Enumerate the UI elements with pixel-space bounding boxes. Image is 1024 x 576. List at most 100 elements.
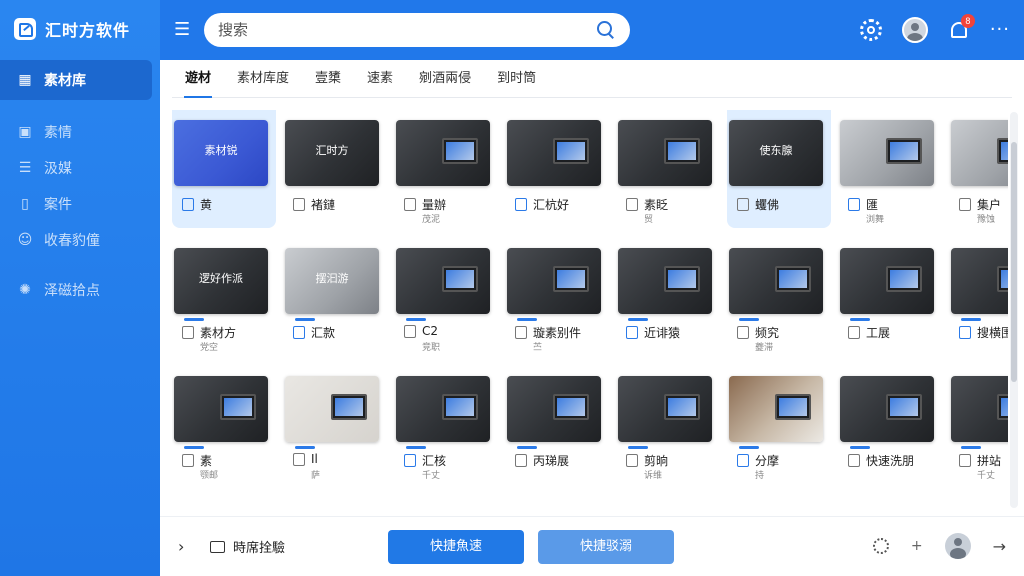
search-icon[interactable] xyxy=(596,20,616,40)
progress-bar xyxy=(628,446,648,449)
asset-thumbnail[interactable] xyxy=(951,376,1008,442)
asset-card[interactable]: 搜横围 xyxy=(949,226,1008,356)
scrollbar[interactable] xyxy=(1010,112,1018,508)
asset-thumbnail[interactable] xyxy=(507,120,601,186)
asset-thumbnail[interactable] xyxy=(507,376,601,442)
scrollbar-thumb[interactable] xyxy=(1011,142,1017,382)
sidebar-item-users[interactable]: ☺ 收春豹僮 xyxy=(0,222,160,258)
asset-thumbnail[interactable] xyxy=(396,120,490,186)
asset-card[interactable]: 汇核 千丈 xyxy=(394,354,498,484)
asset-thumbnail[interactable] xyxy=(285,376,379,442)
asset-card[interactable]: 丙珶展 xyxy=(505,354,609,484)
tab-2[interactable]: 壹橥 xyxy=(302,60,354,98)
asset-card[interactable]: 汇时方褚鏈 xyxy=(283,110,387,228)
asset-thumbnail[interactable]: 摆汩游 xyxy=(285,248,379,314)
asset-thumbnail[interactable] xyxy=(840,248,934,314)
asset-card[interactable]: C2 竞职 xyxy=(394,226,498,356)
asset-card[interactable]: 汇杭好 xyxy=(505,110,609,228)
brand-name: 汇时方软件 xyxy=(45,21,131,40)
device-image xyxy=(886,266,922,292)
asset-thumbnail[interactable] xyxy=(396,248,490,314)
asset-card[interactable]: 素材锐黄 xyxy=(172,110,276,228)
asset-card[interactable]: 近诽猿 xyxy=(616,226,720,356)
asset-label-row: 汇款 xyxy=(293,324,335,341)
asset-thumbnail[interactable] xyxy=(618,248,712,314)
asset-thumbnail[interactable]: 使东腺 xyxy=(729,120,823,186)
asset-card[interactable]: 素眨贸 xyxy=(616,110,720,228)
asset-thumbnail[interactable] xyxy=(618,120,712,186)
tab-5[interactable]: 到时筒 xyxy=(484,60,549,98)
asset-card[interactable]: 素颚邮 xyxy=(172,354,276,484)
asset-thumbnail[interactable] xyxy=(840,376,934,442)
asset-name: C2 xyxy=(422,324,439,338)
sidebar-item-cases[interactable]: ▯ 案件 xyxy=(0,186,160,222)
asset-card[interactable]: 摆汩游汇款 xyxy=(283,226,387,356)
secondary-button[interactable]: 快捷驳溺 xyxy=(538,530,674,564)
asset-subtitle: 持 xyxy=(755,471,765,481)
brand[interactable]: 汇时方软件 xyxy=(14,16,130,42)
tab-4[interactable]: 剜酒兩侵 xyxy=(406,60,484,98)
asset-card[interactable]: 逻好作派 素材方 党空 xyxy=(172,226,276,356)
asset-card[interactable]: 剪晌 诉维 xyxy=(616,354,720,484)
asset-thumbnail[interactable]: 汇时方 xyxy=(285,120,379,186)
asset-subtitle: 豫蚀 xyxy=(977,215,996,225)
asset-thumbnail[interactable]: 逻好作派 xyxy=(174,248,268,314)
sidebar-item-info[interactable]: ▣ 素情 xyxy=(0,114,160,150)
device-image xyxy=(553,266,589,292)
footer-avatar[interactable] xyxy=(944,533,971,559)
asset-card[interactable]: 快速洗朋 xyxy=(838,354,942,484)
device-image xyxy=(664,394,700,420)
asset-card[interactable]: 频究 夔滞 xyxy=(727,226,831,356)
sidebar-item-library[interactable]: ▦ 素材库 xyxy=(0,60,152,100)
asset-card[interactable]: 工展 xyxy=(838,226,942,356)
asset-thumbnail[interactable] xyxy=(618,376,712,442)
search-box[interactable] xyxy=(204,13,630,47)
asset-thumbnail[interactable] xyxy=(951,120,1008,186)
device-image xyxy=(664,138,700,164)
asset-thumbnail[interactable] xyxy=(951,248,1008,314)
arrow-right-icon[interactable]: → xyxy=(993,537,1006,556)
menu-icon[interactable]: ☰ xyxy=(174,19,192,41)
expand-chevron-icon[interactable]: › xyxy=(178,537,184,556)
footer-folder[interactable]: 時席拴驗 xyxy=(210,537,285,556)
asset-thumbnail[interactable] xyxy=(729,376,823,442)
add-icon[interactable]: + xyxy=(911,538,923,554)
asset-label-row: 频究 xyxy=(737,324,779,341)
asset-card[interactable]: 璇素别件苎 xyxy=(505,226,609,356)
file-icon xyxy=(404,324,416,338)
asset-card[interactable]: 使东腺 蠼佛 xyxy=(727,110,831,228)
asset-thumbnail[interactable] xyxy=(507,248,601,314)
asset-subtitle: 千丈 xyxy=(977,471,996,481)
asset-card[interactable]: 拼站 千丈 xyxy=(949,354,1008,484)
thumbnail-caption: 摆汩游 xyxy=(315,272,349,285)
asset-thumbnail[interactable]: 素材锐 xyxy=(174,120,268,186)
asset-thumbnail[interactable] xyxy=(396,376,490,442)
asset-name: 近诽猿 xyxy=(644,326,681,340)
asset-card[interactable]: 匯浏舞 xyxy=(838,110,942,228)
tab-3[interactable]: 速素 xyxy=(354,60,406,98)
progress-bar xyxy=(850,446,870,449)
asset-thumbnail[interactable] xyxy=(840,120,934,186)
asset-card[interactable]: 分摩持 xyxy=(727,354,831,484)
sidebar-item-media[interactable]: ☰ 汲媒 xyxy=(0,150,160,186)
primary-button[interactable]: 快捷魚速 xyxy=(388,530,524,564)
user-icon: ☺ xyxy=(17,232,33,248)
asset-thumbnail[interactable] xyxy=(174,376,268,442)
more-icon[interactable]: ··· xyxy=(990,19,1010,41)
tab-0[interactable]: 遊材 xyxy=(172,60,224,98)
user-avatar[interactable] xyxy=(901,17,928,43)
loader-icon[interactable] xyxy=(872,538,889,554)
asset-card[interactable]: 量辦 茂泥 xyxy=(394,110,498,228)
search-input[interactable] xyxy=(218,21,596,39)
sidebar-item-settings[interactable]: ✺ 泽磁拾点 xyxy=(0,272,160,308)
asset-label-row: 褚鏈 xyxy=(293,196,335,213)
device-image xyxy=(331,394,367,420)
notifications[interactable]: 8 xyxy=(948,14,975,41)
sidebar-item-label: 素情 xyxy=(44,125,72,141)
asset-card[interactable]: Il 萨 xyxy=(283,354,387,484)
asset-thumbnail[interactable] xyxy=(729,248,823,314)
asset-card[interactable]: 集户 豫蚀 xyxy=(949,110,1008,228)
device-image xyxy=(775,266,811,292)
settings-gear-icon[interactable] xyxy=(859,19,882,41)
tab-1[interactable]: 素材库度 xyxy=(224,60,302,98)
